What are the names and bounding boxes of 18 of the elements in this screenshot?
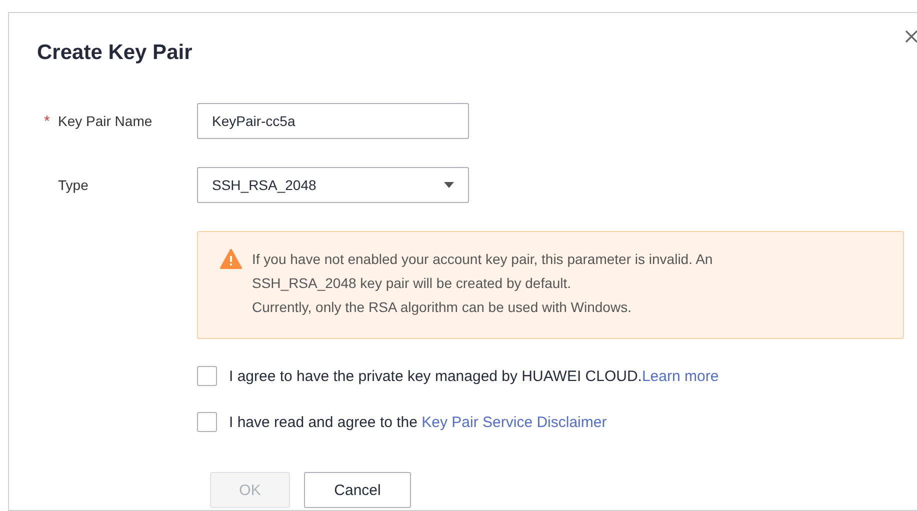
link[interactable]: Learn more — [642, 368, 719, 384]
warning-text: Currently, only the RSA algorithm can be used with Windows. — [252, 298, 632, 317]
name-input[interactable]: KeyPair-cc5a — [197, 103, 469, 139]
field-label: Key Pair Name — [58, 113, 152, 129]
type-select[interactable]: SSH_RSA_2048 — [197, 167, 469, 203]
warning-text: If you have not enabled your account key pair, this parameter is invalid. An SSH_RSA_2048 key pair will be created by default. — [252, 250, 714, 293]
close-icon[interactable] — [905, 30, 917, 43]
required-mark: * — [43, 112, 51, 130]
link[interactable]: Key Pair Service Disclaimer — [422, 414, 607, 430]
dialog-title: Create Key Pair — [37, 40, 192, 66]
checkbox[interactable] — [197, 366, 217, 386]
warning-icon — [220, 249, 242, 269]
agreement-text: I agree to have the private key managed by HUAWEI CLOUD.Learn more — [229, 368, 719, 384]
field-label: Type — [58, 177, 88, 193]
caret-icon — [444, 182, 454, 188]
checkbox[interactable] — [197, 412, 217, 432]
agreement-text: I have read and agree to the Key Pair Service Disclaimer — [229, 414, 607, 430]
cancel-button[interactable]: Cancel — [304, 472, 411, 508]
